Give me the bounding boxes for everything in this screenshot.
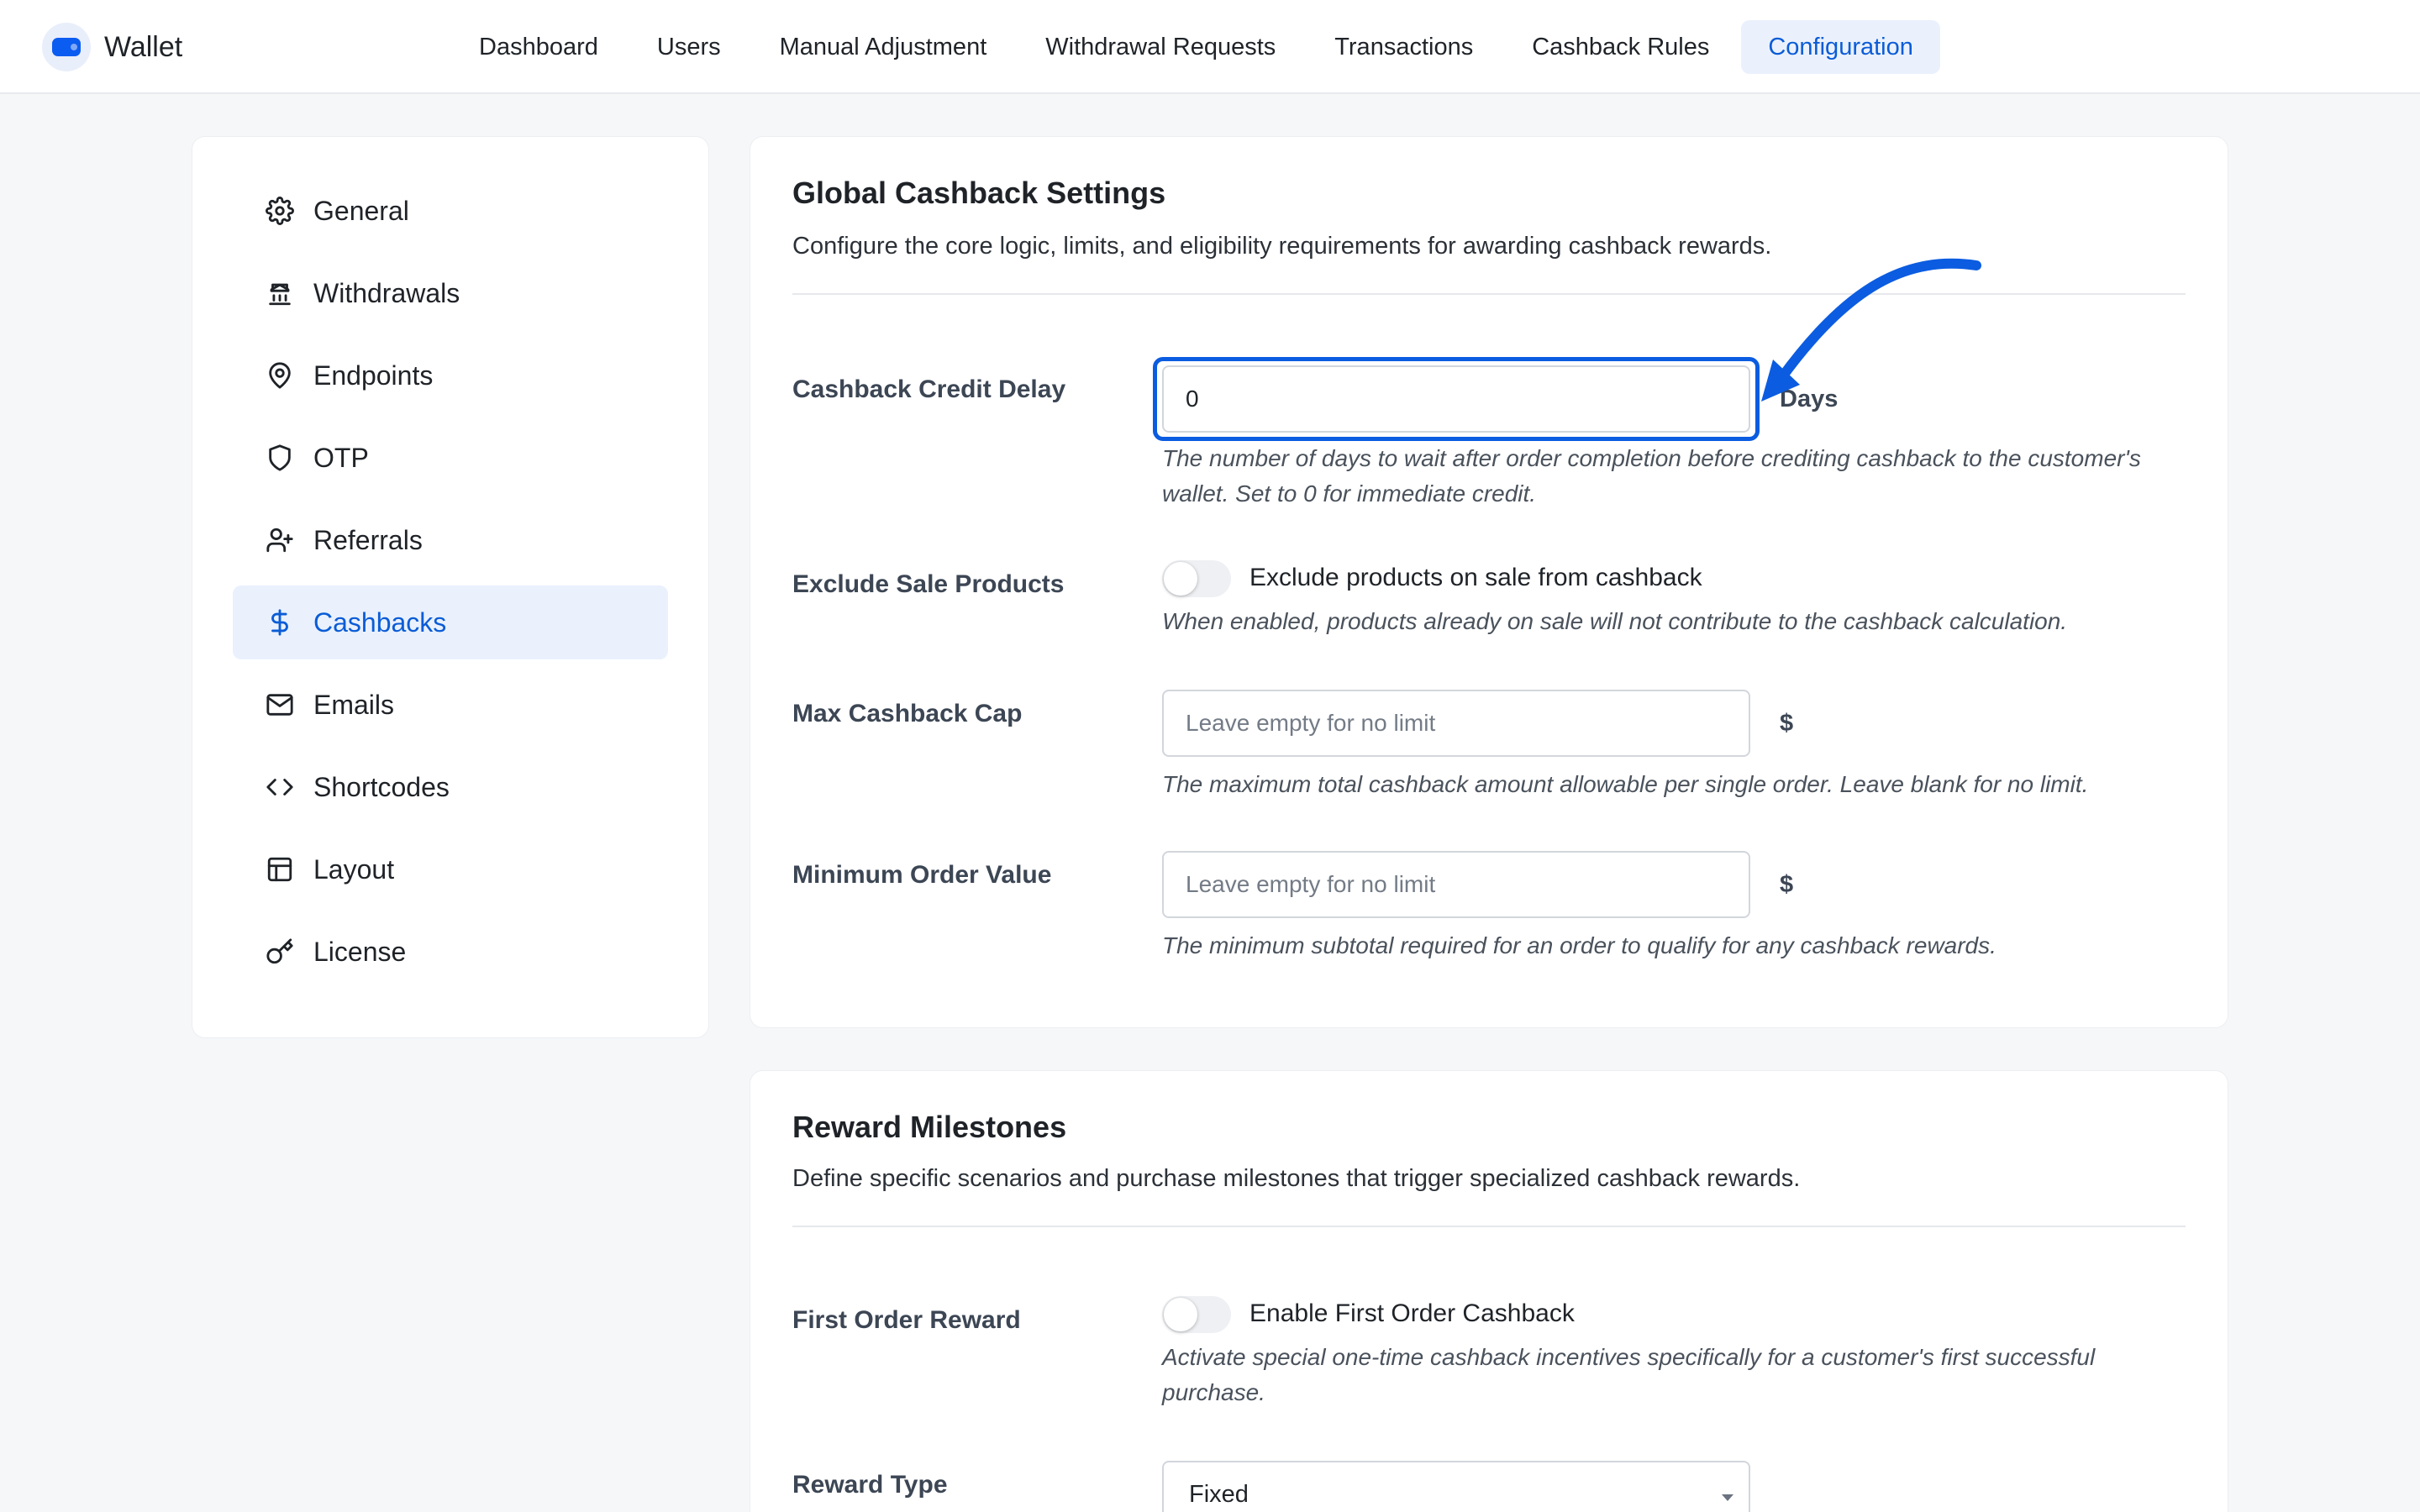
sidebar-item-referrals[interactable]: Referrals	[233, 503, 668, 577]
nav-transactions[interactable]: Transactions	[1307, 20, 1500, 74]
map-pin-icon	[265, 360, 295, 391]
sidebar-item-emails[interactable]: Emails	[233, 668, 668, 742]
sidebar-item-label: Cashbacks	[313, 606, 447, 638]
sidebar-item-label: Emails	[313, 689, 395, 720]
sidebar-item-label: License	[313, 936, 407, 967]
nav-withdrawal-requests[interactable]: Withdrawal Requests	[1018, 20, 1302, 74]
nav-cashback-rules[interactable]: Cashback Rules	[1505, 20, 1736, 74]
sidebar-item-label: Layout	[313, 853, 395, 885]
settings-sidebar: General Withdrawals Endpoints OTP Referr…	[192, 136, 709, 1038]
global-cashback-settings-card: Global Cashback Settings Configure the c…	[750, 136, 2228, 1028]
chevron-down-icon	[1722, 1494, 1733, 1501]
reward-type-value: Fixed	[1189, 1480, 1249, 1508]
nav-dashboard[interactable]: Dashboard	[452, 20, 625, 74]
sidebar-item-cashbacks[interactable]: Cashbacks	[233, 585, 668, 659]
sidebar-item-label: Endpoints	[313, 360, 434, 391]
exclude-sale-toggle-label: Exclude products on sale from cashback	[1249, 564, 1702, 591]
mail-icon	[265, 690, 295, 720]
first-order-toggle[interactable]	[1162, 1296, 1231, 1333]
min-order-suffix: $	[1780, 871, 1794, 898]
sidebar-item-label: General	[313, 195, 409, 226]
credit-delay-label: Cashback Credit Delay	[792, 375, 1066, 403]
sidebar-item-layout[interactable]: Layout	[233, 832, 668, 906]
first-order-help: Activate special one-time cashback incen…	[1162, 1344, 2096, 1405]
reward-milestones-card: Reward Milestones Define specific scenar…	[750, 1070, 2228, 1512]
nav-configuration[interactable]: Configuration	[1741, 20, 1940, 74]
shield-icon	[265, 443, 295, 473]
card-description: Configure the core logic, limits, and el…	[792, 233, 1772, 260]
exclude-sale-help: When enabled, products already on sale w…	[1162, 608, 2068, 634]
sidebar-item-withdrawals[interactable]: Withdrawals	[233, 256, 668, 330]
first-order-label: First Order Reward	[792, 1306, 1021, 1334]
credit-delay-input[interactable]	[1162, 365, 1750, 433]
max-cap-input[interactable]	[1162, 690, 1750, 757]
sidebar-item-label: OTP	[313, 442, 369, 473]
sidebar-item-label: Referrals	[313, 524, 423, 555]
min-order-input[interactable]	[1162, 851, 1750, 918]
reward-type-select[interactable]: Fixed	[1162, 1461, 1750, 1512]
annotation-arrow-icon	[1761, 258, 1981, 402]
dollar-icon	[265, 607, 295, 638]
reward-type-label: Reward Type	[792, 1471, 948, 1499]
gear-icon	[265, 196, 295, 226]
code-icon	[265, 772, 295, 802]
sidebar-item-label: Withdrawals	[313, 277, 460, 308]
card-title: Global Cashback Settings	[792, 176, 1166, 210]
exclude-sale-toggle[interactable]	[1162, 560, 1231, 597]
main-nav: Dashboard Users Manual Adjustment Withdr…	[452, 20, 1940, 74]
user-plus-icon	[265, 525, 295, 555]
max-cap-suffix: $	[1780, 710, 1794, 737]
sidebar-item-label: Shortcodes	[313, 771, 450, 802]
wallet-logo-icon	[42, 23, 91, 71]
first-order-toggle-label: Enable First Order Cashback	[1249, 1299, 1575, 1327]
divider	[792, 1226, 2186, 1227]
sidebar-item-license[interactable]: License	[233, 915, 668, 989]
min-order-help: The minimum subtotal required for an ord…	[1162, 932, 1996, 958]
card-title: Reward Milestones	[792, 1110, 1067, 1144]
nav-manual-adjustment[interactable]: Manual Adjustment	[753, 20, 1014, 74]
nav-users[interactable]: Users	[630, 20, 748, 74]
sidebar-item-endpoints[interactable]: Endpoints	[233, 339, 668, 412]
top-navbar: Wallet Dashboard Users Manual Adjustment…	[0, 0, 2420, 94]
bank-icon	[265, 278, 295, 308]
credit-delay-help: The number of days to wait after order c…	[1162, 445, 2141, 507]
sidebar-item-shortcodes[interactable]: Shortcodes	[233, 750, 668, 824]
max-cap-help: The maximum total cashback amount allowa…	[1162, 771, 2089, 797]
brand[interactable]: Wallet	[42, 22, 182, 72]
app-title: Wallet	[104, 30, 183, 63]
card-description: Define specific scenarios and purchase m…	[792, 1165, 1801, 1192]
key-icon	[265, 937, 295, 967]
max-cap-label: Max Cashback Cap	[792, 700, 1023, 727]
exclude-sale-label: Exclude Sale Products	[792, 570, 1065, 598]
min-order-label: Minimum Order Value	[792, 861, 1052, 889]
sidebar-item-general[interactable]: General	[233, 174, 668, 248]
layout-icon	[265, 854, 295, 885]
sidebar-item-otp[interactable]: OTP	[233, 421, 668, 495]
